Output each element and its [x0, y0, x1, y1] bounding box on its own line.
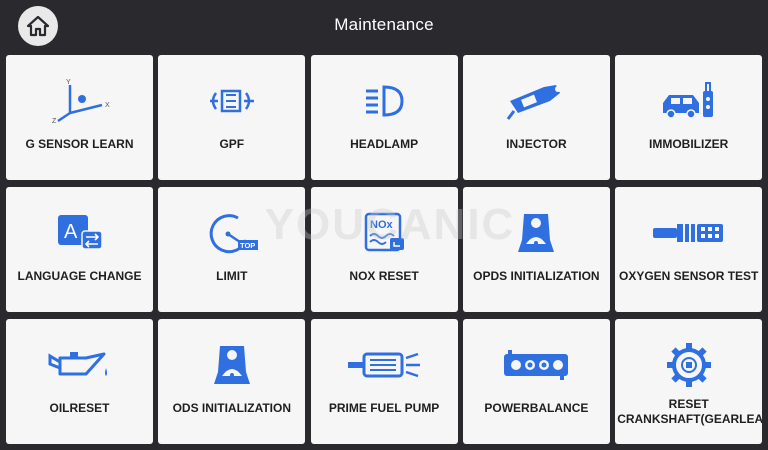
tile-immobilizer[interactable]: IMMOBILIZER: [615, 55, 763, 180]
tile-label: LANGUAGE CHANGE: [17, 269, 142, 283]
tile-headlamp[interactable]: HEADLAMP: [310, 55, 458, 180]
tile-label: INJECTOR: [506, 137, 567, 151]
g-sensor-icon: Y X Z: [52, 79, 110, 125]
tile-nox-reset[interactable]: NOx NOX RESET: [310, 187, 458, 312]
tile-label: OXYGEN SENSOR TEST: [619, 269, 759, 283]
oil-can-icon: [48, 352, 107, 376]
tile-language-change[interactable]: A LANGUAGE CHANGE: [6, 187, 153, 312]
svg-text:X: X: [105, 102, 110, 109]
svg-text:Y: Y: [66, 79, 71, 86]
tile-g-sensor-learn[interactable]: Y X Z G SENSOR LEARN: [6, 55, 153, 180]
svg-text:Z: Z: [52, 118, 57, 125]
tile-label: RESET CRANKSHAFT(GEARLEARN): [617, 397, 763, 426]
gpf-icon: [209, 89, 254, 113]
headlamp-icon: [366, 85, 404, 117]
tile-label: POWERBALANCE: [484, 401, 589, 415]
tile-injector[interactable]: INJECTOR: [462, 55, 610, 180]
tile-powerbalance[interactable]: POWERBALANCE: [462, 319, 610, 444]
tile-ods-initialization[interactable]: ODS INITIALIZATION: [158, 319, 306, 444]
tile-label: IMMOBILIZER: [649, 137, 729, 151]
svg-text:A: A: [64, 221, 78, 243]
tile-label: PRIME FUEL PUMP: [328, 401, 440, 415]
tile-prime-fuel-pump[interactable]: PRIME FUEL PUMP: [310, 319, 458, 444]
immobilizer-icon: [662, 82, 713, 119]
tile-limit[interactable]: TOP LIMIT: [158, 187, 306, 312]
fuel-pump-icon: [348, 352, 421, 378]
injector-icon: [507, 85, 562, 120]
function-grid: Y X Z G SENSOR LEARN GPF HEADLAMP INJECT…: [6, 55, 763, 450]
nox-icon: NOx: [364, 212, 405, 252]
oxygen-sensor-icon: [652, 224, 723, 242]
nox-badge: NOx: [370, 219, 394, 231]
limit-badge: TOP: [240, 241, 255, 250]
engine-block-icon: [504, 350, 569, 380]
tile-label: GPF: [219, 137, 245, 151]
language-icon: A: [57, 215, 103, 250]
tile-label: OPDS INITIALIZATION: [473, 269, 600, 283]
tile-label: NOX RESET: [349, 269, 419, 283]
speed-limit-icon: TOP: [209, 214, 258, 254]
tile-label: OILRESET: [49, 401, 110, 415]
occupant-seat-icon: [518, 214, 555, 252]
tile-label: HEADLAMP: [350, 137, 419, 151]
tile-opds-initialization[interactable]: OPDS INITIALIZATION: [462, 187, 610, 312]
top-bar: Maintenance: [0, 0, 768, 52]
crankshaft-gear-icon: [666, 343, 711, 387]
tile-oxygen-sensor-test[interactable]: OXYGEN SENSOR TEST: [615, 187, 763, 312]
tile-label: LIMIT: [216, 269, 248, 283]
tile-gpf[interactable]: GPF: [158, 55, 306, 180]
page-title: Maintenance: [334, 15, 434, 34]
occupant-seat-icon: [213, 346, 250, 384]
tile-label: G SENSOR LEARN: [25, 137, 134, 151]
tile-oilreset[interactable]: OILRESET: [6, 319, 153, 444]
tile-reset-crankshaft[interactable]: RESET CRANKSHAFT(GEARLEARN): [615, 319, 763, 444]
tile-label: ODS INITIALIZATION: [172, 401, 292, 415]
